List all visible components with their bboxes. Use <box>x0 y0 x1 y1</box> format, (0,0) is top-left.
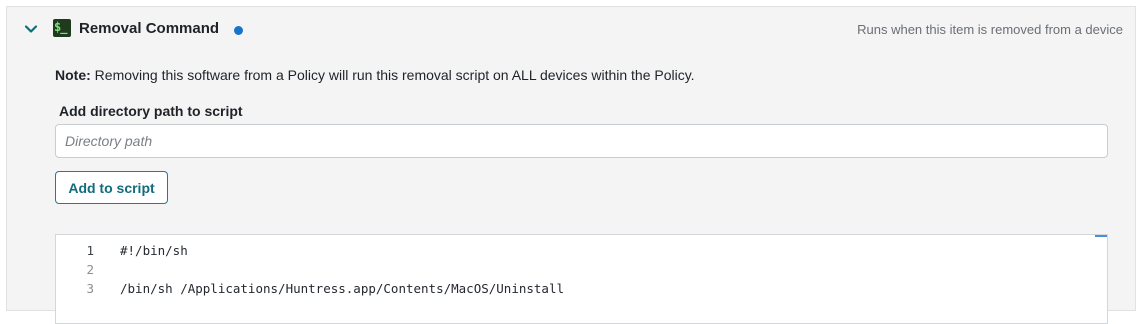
code-text: #!/bin/sh <box>120 243 188 258</box>
line-number: 2 <box>86 262 94 277</box>
section-title: Removal Command <box>79 20 220 37</box>
note-label: Note: <box>55 67 91 83</box>
terminal-icon: $_ <box>53 19 71 37</box>
section-header[interactable]: $_ Removal Command Runs when this item i… <box>7 7 1135 53</box>
section-hint: Runs when this item is removed from a de… <box>857 22 1123 37</box>
removal-command-panel: $_ Removal Command Runs when this item i… <box>6 6 1136 324</box>
directory-path-input[interactable] <box>55 124 1108 158</box>
code-text: /bin/sh /Applications/Huntress.app/Conte… <box>120 281 565 296</box>
directory-path-label: Add directory path to script <box>59 103 243 119</box>
code-line: 2 <box>56 260 1107 279</box>
policy-note: Note: Removing this software from a Poli… <box>55 66 695 84</box>
line-number: 3 <box>86 281 94 296</box>
editor-scrollbar[interactable] <box>1095 235 1107 237</box>
status-dot <box>234 26 243 35</box>
add-to-script-button[interactable]: Add to script <box>55 171 168 204</box>
code-line: 3 /bin/sh /Applications/Huntress.app/Con… <box>56 279 1107 298</box>
chevron-down-icon[interactable] <box>23 21 39 37</box>
script-editor[interactable]: 1 #!/bin/sh 2 3 /bin/sh /Applications/Hu… <box>55 234 1108 324</box>
line-number: 1 <box>86 243 94 258</box>
code-line: 1 #!/bin/sh <box>56 241 1107 260</box>
note-text: Removing this software from a Policy wil… <box>90 67 695 83</box>
